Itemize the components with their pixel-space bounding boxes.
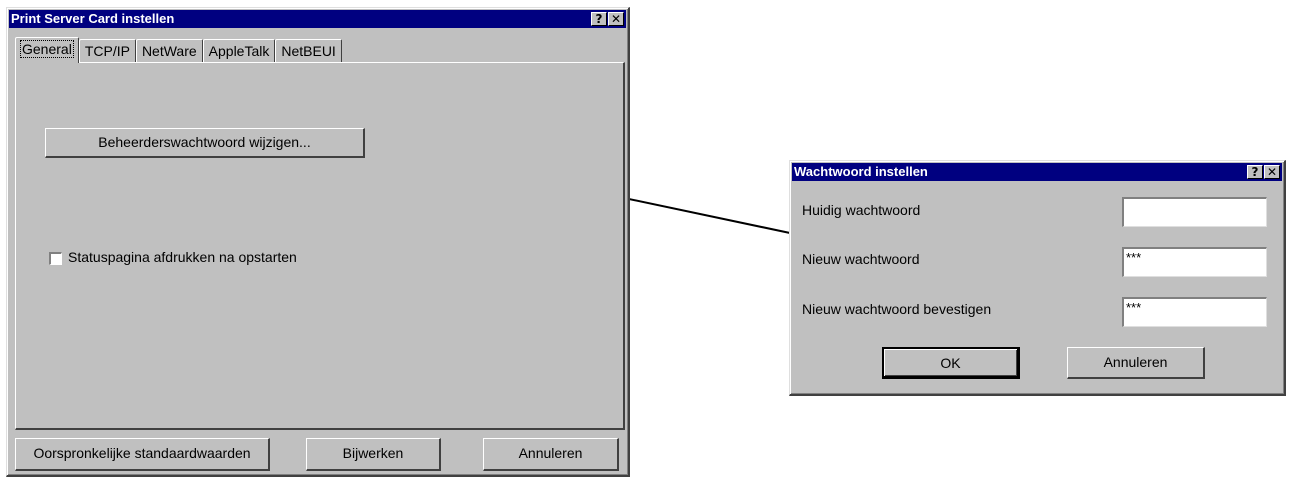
cancel-button[interactable]: Annuleren: [483, 438, 619, 471]
title-bar: Print Server Card instellen ? ✕: [9, 10, 626, 28]
password-dialog-title: Wachtwoord instellen: [794, 164, 928, 179]
print-server-dialog: Print Server Card instellen ? ✕ General …: [6, 7, 630, 477]
tab-general[interactable]: General: [15, 37, 79, 63]
tab-general-label: General: [20, 40, 74, 58]
status-page-checkbox-label: Statuspagina afdrukken na opstarten: [68, 249, 297, 265]
password-cancel-button[interactable]: Annuleren: [1067, 347, 1205, 379]
current-password-field[interactable]: [1122, 197, 1267, 227]
help-button[interactable]: ?: [591, 12, 607, 26]
password-close-button[interactable]: ✕: [1264, 165, 1280, 179]
tab-appletalk[interactable]: AppleTalk: [202, 39, 276, 63]
new-password-field[interactable]: ***: [1122, 247, 1267, 277]
password-help-button[interactable]: ?: [1247, 165, 1263, 179]
password-title-bar: Wachtwoord instellen ? ✕: [792, 163, 1282, 181]
dialog-title: Print Server Card instellen: [11, 11, 175, 26]
tab-netware[interactable]: NetWare: [135, 39, 203, 63]
confirm-password-label: Nieuw wachtwoord bevestigen: [802, 301, 992, 317]
tab-panel-general: Beheerderswachtwoord wijzigen... Statusp…: [15, 62, 625, 430]
tab-strip: General TCP/IP NetWare AppleTalk NetBEUI: [15, 37, 342, 63]
current-password-label: Huidig wachtwoord: [802, 202, 921, 218]
ok-button[interactable]: OK: [882, 347, 1020, 379]
restore-defaults-button[interactable]: Oorspronkelijke standaardwaarden: [15, 438, 270, 471]
password-dialog: Wachtwoord instellen ? ✕ Huidig wachtwoo…: [789, 160, 1286, 396]
confirm-password-field[interactable]: ***: [1122, 297, 1267, 327]
update-button[interactable]: Bijwerken: [306, 438, 441, 471]
close-button[interactable]: ✕: [608, 12, 624, 26]
change-admin-password-button[interactable]: Beheerderswachtwoord wijzigen...: [45, 128, 365, 158]
tab-tcpip[interactable]: TCP/IP: [78, 39, 136, 63]
tab-netbeui[interactable]: NetBEUI: [275, 39, 342, 63]
new-password-label: Nieuw wachtwoord: [802, 251, 920, 267]
status-page-checkbox[interactable]: [49, 252, 62, 265]
